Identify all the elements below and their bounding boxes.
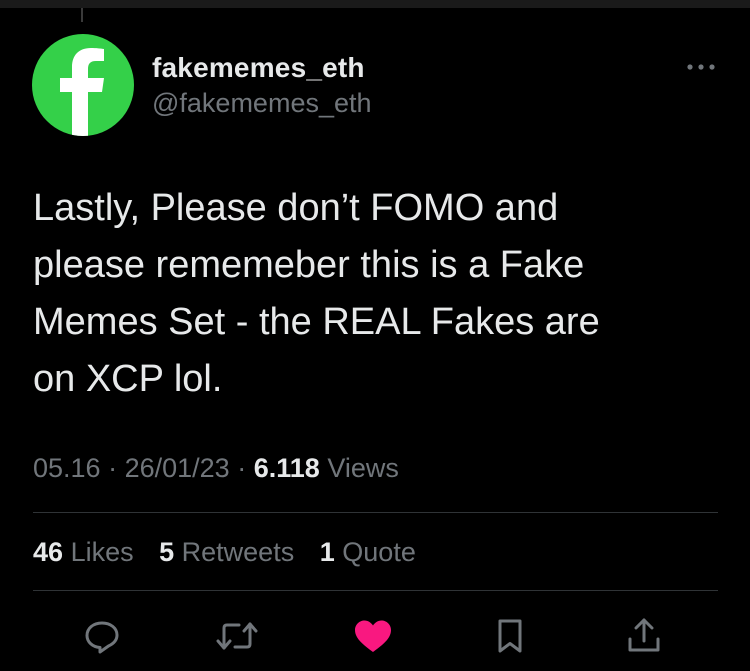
retweets-label: Retweets [181, 537, 295, 567]
tweet-text-line: Lastly, Please don’t FOMO and [33, 187, 559, 229]
divider [33, 590, 718, 591]
meta-separator: · [237, 453, 254, 483]
top-bar [0, 0, 750, 8]
share-button[interactable] [621, 613, 667, 659]
meta-separator: · [108, 453, 125, 483]
author-display-name[interactable]: fakememes_eth [152, 52, 365, 84]
retweet-icon [216, 622, 258, 650]
retweet-button[interactable] [214, 613, 260, 659]
bookmark-button[interactable] [487, 613, 533, 659]
views-count: 6.118 [253, 453, 320, 483]
tweet-meta: 05.16 · 26/01/23 · 6.118 Views [33, 453, 399, 484]
likes-label: Likes [70, 537, 134, 567]
tweet-date[interactable]: 26/01/23 [125, 453, 230, 483]
likes-stat[interactable]: 46 Likes [33, 537, 134, 567]
like-icon [355, 620, 391, 652]
avatar[interactable] [32, 34, 134, 136]
quotes-label: Quote [342, 537, 416, 567]
quotes-count: 1 [319, 537, 335, 567]
tweet-text-line: please rememeber this is a Fake [33, 244, 585, 286]
retweets-count: 5 [159, 537, 175, 567]
bookmark-icon [498, 619, 522, 653]
facebook-f-logo-icon [60, 48, 104, 136]
tweet-text-line: on XCP lol. [33, 358, 223, 400]
reply-icon [85, 621, 119, 654]
like-button[interactable] [350, 613, 396, 659]
tweet-time[interactable]: 05.16 [33, 453, 101, 483]
views-label: Views [327, 453, 399, 483]
reply-button[interactable] [79, 613, 125, 659]
thread-line [81, 8, 83, 22]
retweets-stat[interactable]: 5 Retweets [159, 537, 294, 567]
likes-count: 46 [33, 537, 64, 567]
quotes-stat[interactable]: 1 Quote [320, 537, 416, 567]
more-options-icon[interactable] [684, 55, 718, 79]
tweet-text: Lastly, Please don’t FOMO and please rem… [33, 180, 733, 408]
tweet-text-line: Memes Set - the REAL Fakes are [33, 301, 600, 343]
divider [33, 512, 718, 513]
share-icon [628, 618, 660, 652]
engagement-stats: 46 Likes 5 Retweets 1 Quote [33, 537, 434, 568]
author-handle[interactable]: @fakememes_eth [152, 88, 372, 119]
